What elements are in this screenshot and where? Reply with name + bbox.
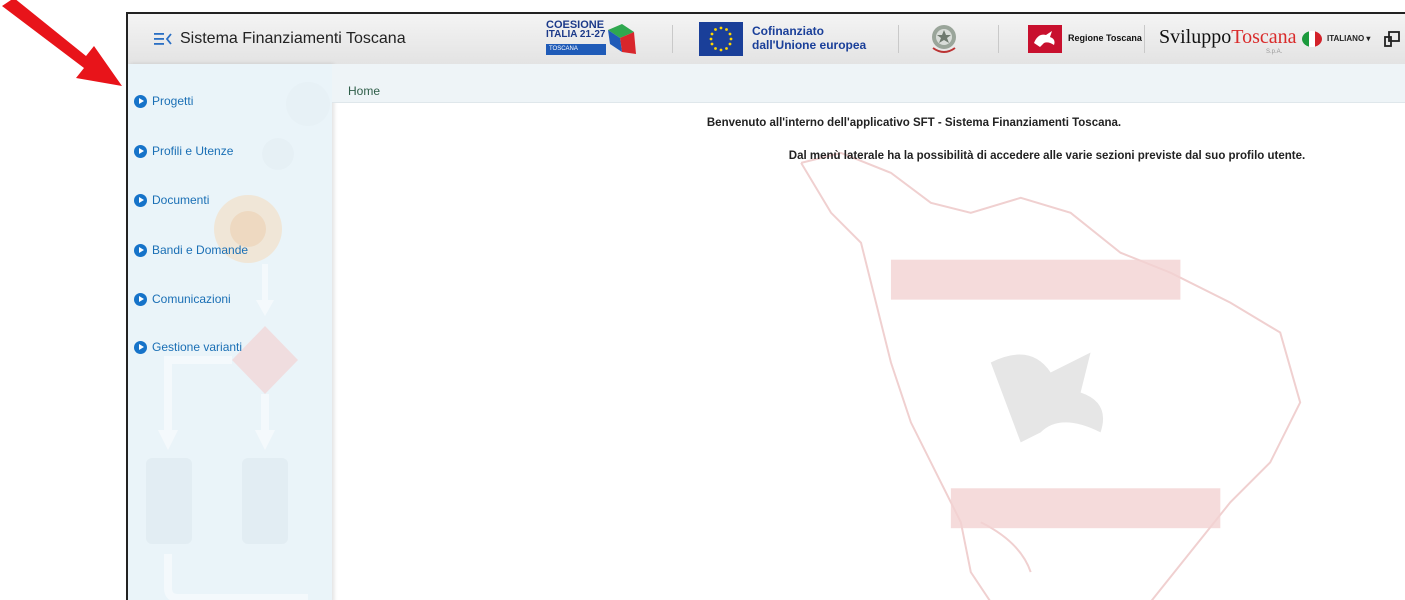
logout-icon[interactable] xyxy=(1384,31,1400,47)
app-title: Sistema Finanziamenti Toscana xyxy=(180,30,406,47)
welcome-message: Benvenuto all'interno dell'applicativo S… xyxy=(706,117,1122,129)
eu-cofinanziato-text: Cofinanziato dall'Unione europea xyxy=(752,24,867,52)
sviluppo-toscana-logo: SviluppoToscana xyxy=(1159,26,1297,48)
italian-republic-emblem-icon xyxy=(932,25,956,53)
play-circle-icon xyxy=(134,144,147,158)
eu-flag-icon xyxy=(699,22,743,56)
sidebar-item-profili-e-utenze[interactable]: Profili e Utenze xyxy=(134,141,233,161)
application-window: Sistema Finanziamenti Toscana COESIONE I… xyxy=(126,12,1405,600)
tuscany-map-watermark xyxy=(800,151,1302,600)
sidebar-item-gestione-varianti[interactable]: Gestione varianti xyxy=(134,337,242,357)
play-circle-icon xyxy=(134,292,147,306)
sidebar: Progetti Profili e Utenze Documenti Band… xyxy=(128,64,332,600)
play-circle-icon xyxy=(134,340,147,354)
breadcrumb-bar: Home xyxy=(332,64,1405,103)
play-circle-icon xyxy=(134,193,147,207)
coesione-arrow-icon xyxy=(608,24,636,54)
header-divider xyxy=(1144,25,1145,53)
header-divider xyxy=(998,25,999,53)
breadcrumb-home[interactable]: Home xyxy=(348,84,380,98)
top-header: Sistema Finanziamenti Toscana COESIONE I… xyxy=(128,14,1405,65)
regione-toscana-label: Regione Toscana xyxy=(1068,33,1142,43)
sidebar-item-comunicazioni[interactable]: Comunicazioni xyxy=(134,289,231,309)
annotation-arrow xyxy=(2,0,122,86)
sidebar-item-documenti[interactable]: Documenti xyxy=(134,190,209,210)
play-circle-icon xyxy=(134,243,147,257)
header-divider xyxy=(898,25,899,53)
menu-toggle-icon[interactable] xyxy=(154,31,174,47)
sidebar-item-bandi-e-domande[interactable]: Bandi e Domande xyxy=(134,240,248,260)
language-selector[interactable]: ITALIANO ▾ xyxy=(1327,34,1370,43)
sidebar-item-progetti[interactable]: Progetti xyxy=(134,91,193,111)
play-circle-icon xyxy=(134,94,147,108)
italian-flag-icon[interactable] xyxy=(1302,31,1322,47)
regione-toscana-flag-icon xyxy=(1028,25,1062,53)
welcome-instructions: Dal menù laterale ha la possibilità di a… xyxy=(788,150,1306,162)
coesione-italia-logo: COESIONE ITALIA 21-27 TOSCANA xyxy=(546,20,638,58)
header-divider xyxy=(672,25,673,53)
